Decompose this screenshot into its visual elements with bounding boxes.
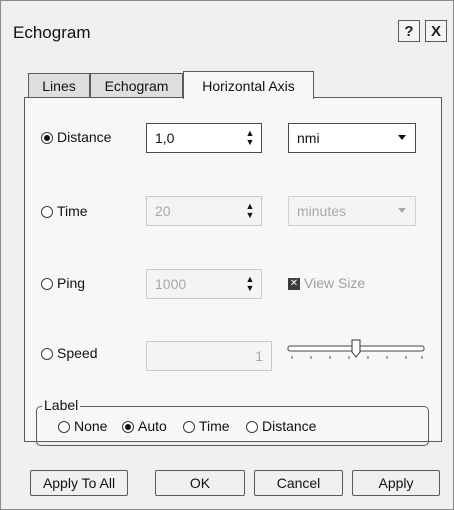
label-auto-label: Auto [138,418,167,434]
speed-label: Speed [57,345,98,361]
spin-down-icon: ▼ [245,210,255,220]
view-size-label: View Size [304,275,366,291]
time-value: 20 [155,203,171,219]
time-label: Time [57,203,88,219]
label-time-label: Time [199,418,230,434]
help-icon: ? [404,22,414,40]
label-distance-label: Distance [262,418,317,434]
spin-down-icon: ▼ [245,137,255,147]
speed-radio[interactable] [41,348,53,360]
speed-value: 1 [255,348,263,364]
distance-radio[interactable] [41,132,53,144]
tab-horizontal-axis-label: Horizontal Axis [202,77,295,94]
ok-label: OK [189,475,211,491]
apply-to-all-label: Apply To All [42,475,116,491]
tab-horizontal-axis[interactable]: Horizontal Axis [183,71,314,99]
time-spinner[interactable]: ▲ ▼ [245,202,255,220]
apply-button[interactable]: Apply [352,470,440,496]
apply-to-all-button[interactable]: Apply To All [30,470,128,496]
label-distance-radio[interactable] [246,421,258,433]
label-none-radio[interactable] [58,421,70,433]
dialog-title: Echogram [13,23,91,42]
spin-down-icon: ▼ [245,283,255,293]
echogram-dialog: Echogram ? X Lines Echogram Horizontal A… [0,0,454,510]
apply-label: Apply [378,475,414,491]
label-auto-radio[interactable] [122,421,134,433]
distance-unit-select[interactable]: nmi [288,123,416,153]
close-button[interactable]: X [425,20,447,42]
tab-lines-label: Lines [42,77,76,94]
distance-label: Distance [57,129,112,145]
speed-input[interactable]: 1 [146,341,272,371]
cancel-label: Cancel [276,475,321,491]
label-time-radio[interactable] [183,421,195,433]
ping-spinner[interactable]: ▲ ▼ [245,275,255,293]
time-unit-value: minutes [297,203,347,219]
distance-value: 1,0 [155,130,175,146]
close-icon: X [430,22,441,40]
ping-label: Ping [57,275,86,291]
check-icon: ✕ [289,278,299,289]
ping-value: 1000 [155,276,187,292]
chevron-down-icon [398,135,406,140]
view-size-checkbox[interactable]: ✕ [288,278,300,290]
distance-unit-value: nmi [297,130,320,146]
label-none-label: None [74,418,108,434]
ok-button[interactable]: OK [155,470,245,496]
title-bar: Echogram ? X [1,1,453,63]
tab-lines[interactable]: Lines [28,73,90,97]
time-radio[interactable] [41,206,53,218]
help-button[interactable]: ? [398,20,420,42]
slider-thumb[interactable] [351,339,361,358]
time-unit-select[interactable]: minutes [288,196,416,226]
chevron-down-icon [398,208,406,213]
label-group-title: Label [42,397,81,413]
tab-echogram-label: Echogram [104,77,169,94]
distance-spinner[interactable]: ▲ ▼ [245,129,255,147]
speed-slider[interactable] [287,337,427,363]
ping-radio[interactable] [41,278,53,290]
tab-echogram[interactable]: Echogram [90,73,183,97]
cancel-button[interactable]: Cancel [254,470,343,496]
